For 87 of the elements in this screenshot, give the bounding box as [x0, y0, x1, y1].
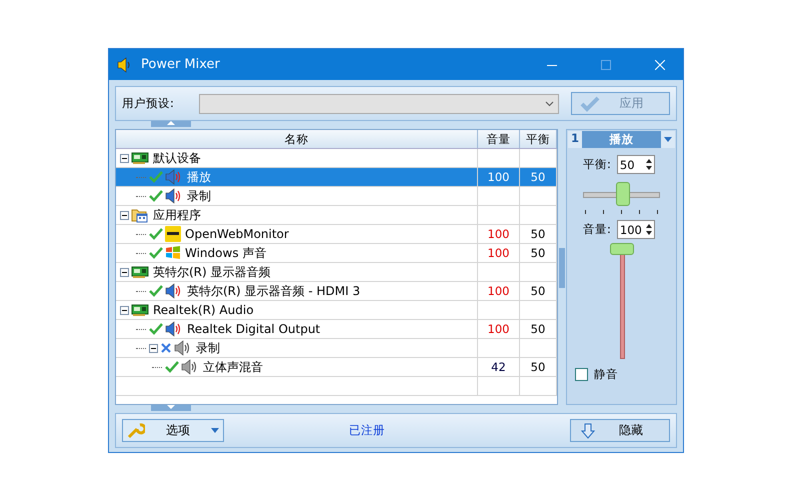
sound-card-icon [131, 152, 149, 164]
check-icon[interactable] [149, 190, 163, 202]
options-button[interactable]: 选项 [122, 419, 224, 442]
check-icon[interactable] [149, 247, 163, 259]
preset-dropdown[interactable] [199, 94, 559, 114]
tree-row[interactable]: 录制 [116, 339, 557, 358]
tree-row[interactable]: 英特尔(R) 显示器音频 - HDMI 3 100 50 [116, 282, 557, 301]
collapse-icon[interactable] [120, 154, 129, 162]
mute-checkbox[interactable] [575, 368, 588, 381]
volume-label: 音量: [583, 222, 611, 237]
item-label: Realtek Digital Output [186, 322, 320, 336]
sound-card-icon [131, 304, 149, 316]
channel-header[interactable]: 1 播放 [568, 131, 675, 148]
balance-label: 平衡: [583, 157, 611, 172]
registration-status: 已注册 [348, 423, 386, 438]
balance-slider[interactable] [583, 180, 660, 208]
check-icon [580, 96, 600, 112]
tree-row[interactable]: 录制 [116, 187, 557, 206]
wrench-icon [127, 422, 145, 438]
splitter-handle[interactable] [151, 405, 191, 411]
item-label: Realtek(R) Audio [152, 303, 254, 317]
tree-row[interactable]: Realtek Digital Output 100 50 [116, 320, 557, 339]
volume-value: 100 [488, 322, 510, 336]
item-label: 录制 [186, 188, 211, 204]
splitter-handle[interactable] [151, 121, 191, 127]
balance-value: 50 [530, 170, 546, 184]
check-icon[interactable] [149, 323, 163, 335]
tree-row[interactable]: Realtek(R) Audio [116, 301, 557, 320]
item-label: 应用程序 [152, 206, 201, 224]
tree-row[interactable]: Windows 声音 100 50 [116, 244, 557, 263]
volume-value: 100 [488, 284, 510, 298]
cross-icon[interactable] [160, 342, 172, 354]
balance-value: 50 [530, 246, 546, 260]
check-icon[interactable] [149, 285, 163, 297]
tree-row[interactable]: OpenWebMonitor 100 50 [116, 225, 557, 244]
folder-window-icon [131, 208, 149, 222]
collapse-icon[interactable] [149, 344, 158, 352]
volume-value: 100 [488, 227, 510, 241]
item-label: 播放 [186, 168, 211, 186]
collapse-icon[interactable] [120, 306, 129, 314]
item-label: Windows 声音 [184, 244, 266, 262]
balance-value: 50 [530, 284, 546, 298]
windows-logo-icon [165, 245, 181, 261]
column-header[interactable]: 平衡 [520, 130, 557, 148]
preset-label: 用户预设: [122, 96, 175, 111]
check-icon[interactable] [149, 228, 163, 240]
close-icon [655, 60, 665, 70]
item-label: 录制 [195, 340, 220, 356]
tree-row[interactable]: 应用程序 [116, 206, 557, 225]
collapse-icon[interactable] [120, 268, 129, 276]
collapse-icon[interactable] [120, 210, 129, 220]
balance-value: 50 [530, 227, 546, 241]
volume-value: 100 [488, 246, 510, 260]
app-icon [165, 226, 181, 242]
column-header[interactable]: 音量 [478, 130, 520, 148]
tree-row[interactable]: 播放 100 50 [116, 168, 557, 187]
item-label: 英特尔(R) 显示器音频 - HDMI 3 [186, 282, 360, 300]
volume-value: 100 [488, 170, 510, 184]
sound-card-icon [131, 266, 149, 278]
slider-thumb[interactable] [616, 182, 630, 206]
channel-title: 播放 [608, 131, 634, 148]
balance-spinner[interactable]: 50 [616, 155, 655, 174]
column-header[interactable]: 名称 [116, 130, 478, 148]
tree-row[interactable]: 立体声混音 42 50 [116, 358, 557, 377]
chevron-down-icon [544, 100, 554, 106]
splitter-handle[interactable] [559, 248, 565, 288]
balance-value: 50 [530, 360, 546, 374]
volume-spinner[interactable]: 100 [616, 220, 655, 239]
maximize-icon [601, 60, 611, 70]
hide-button[interactable]: 隐藏 [570, 419, 670, 442]
item-label: OpenWebMonitor [184, 227, 289, 241]
tree-row[interactable]: 英特尔(R) 显示器音频 [116, 263, 557, 282]
caret-icon [211, 428, 219, 433]
volume-slider[interactable] [610, 243, 634, 359]
check-icon[interactable] [149, 171, 163, 183]
balance-value: 50 [530, 322, 546, 336]
window-title: Power Mixer [141, 57, 221, 72]
dropdown-arrow-icon[interactable] [664, 137, 672, 142]
down-arrow-icon [581, 422, 595, 438]
item-label: 立体声混音 [202, 358, 263, 376]
volume-value: 42 [491, 360, 506, 374]
check-icon[interactable] [165, 361, 179, 373]
slider-thumb[interactable] [610, 243, 634, 255]
item-label: 英特尔(R) 显示器音频 [152, 264, 271, 280]
channel-number: 1 [568, 131, 582, 148]
mute-label: 静音 [594, 367, 618, 382]
item-label: 默认设备 [152, 150, 201, 166]
